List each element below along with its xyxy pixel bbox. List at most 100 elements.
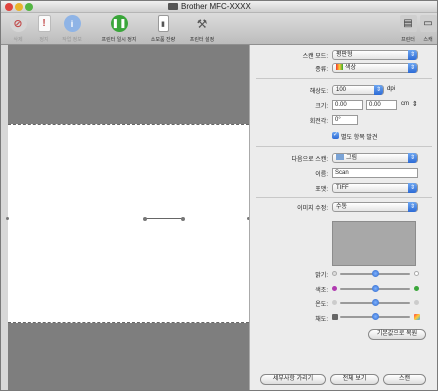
scan-to-value: 그림: [346, 155, 358, 161]
popup-arrow-icon: ⇕: [408, 50, 417, 60]
temperature-knob[interactable]: [371, 299, 379, 306]
kind-popup[interactable]: 색상 ⇕: [332, 63, 418, 73]
format-popup[interactable]: TIFF ⇕: [332, 183, 418, 193]
detect-separate-items-checkbox[interactable]: ✓: [332, 132, 339, 139]
unit-stepper-icon[interactable]: ⇕: [412, 100, 418, 108]
job-info-label: 작업 정보: [62, 37, 82, 43]
stop-label: 정지: [39, 37, 49, 43]
printer-setup-button[interactable]: ⚒ 프린터 설정: [184, 15, 220, 44]
brightness-knob[interactable]: [371, 270, 379, 277]
scan-preview[interactable]: [6, 45, 250, 390]
close-icon[interactable]: [5, 3, 13, 11]
format-label: 포맷:: [315, 187, 328, 193]
scan-mode-value: 평판형: [336, 52, 353, 58]
tint-label: 색조:: [315, 288, 328, 294]
saturation-knob[interactable]: [371, 313, 379, 320]
color-swatch-icon: [336, 64, 343, 71]
folder-icon: [336, 154, 344, 161]
size-label: 크기:: [315, 104, 328, 110]
kind-label: 종류:: [315, 67, 328, 73]
hide-details-button[interactable]: 세부사항 가리기: [260, 374, 326, 385]
rotation-handle-line: [145, 218, 183, 219]
tint-green-icon: [414, 286, 419, 291]
printer-icon: ▤: [399, 15, 417, 32]
scanner-icon: ▭: [419, 15, 437, 32]
resolution-label: 해상도:: [309, 89, 328, 95]
kind-value: 색상: [345, 65, 357, 71]
color-preview-swatch: [332, 221, 416, 266]
size-width-field[interactable]: 0.00: [332, 100, 363, 110]
divider: [256, 146, 432, 147]
scan-to-label: 다음으로 스캔:: [291, 157, 328, 163]
temperature-label: 온도:: [315, 302, 328, 308]
brightness-label: 밝기:: [315, 273, 328, 279]
left-edge-handle[interactable]: [6, 217, 9, 220]
divider: [256, 78, 432, 79]
name-label: 이름:: [315, 172, 328, 178]
pause-printer-button[interactable]: ❚❚ 프린터 일시 정지: [97, 15, 141, 43]
scanner-tab-label: 스캐: [423, 37, 433, 43]
divider: [256, 197, 432, 198]
tint-knob[interactable]: [371, 285, 379, 292]
image-correction-value: 수동: [336, 204, 348, 210]
popup-arrow-icon: ⇕: [408, 63, 417, 73]
temperature-warm-icon: [414, 300, 419, 305]
minimize-icon[interactable]: [15, 3, 23, 11]
pause-printer-label: 프린터 일시 정지: [101, 37, 137, 43]
resolution-value: 100: [336, 87, 347, 93]
printer-setup-label: 프린터 설정: [189, 37, 215, 43]
toolbar: ⊘ 삭제 ! 정지 i 작업 정보 ❚❚ 프린터 일시 정지 ▮ 소모품 잔량 …: [1, 13, 437, 45]
resolution-combo[interactable]: 100 ⇕: [332, 85, 384, 95]
popup-arrow-icon: ⇕: [408, 153, 417, 163]
printer-tab-label: 프린터: [401, 37, 415, 43]
rotation-handle-left[interactable]: [143, 217, 147, 221]
image-correction-popup[interactable]: 수동 ⇕: [332, 202, 418, 212]
resolution-unit: dpi: [387, 86, 396, 92]
info-icon: i: [63, 15, 81, 32]
scan-mode-popup[interactable]: 평판형 ⇕: [332, 50, 418, 60]
stop-icon: !: [37, 15, 51, 32]
brightness-high-icon: [414, 271, 419, 276]
zoom-icon[interactable]: [25, 3, 33, 11]
supplies-icon: ▮: [157, 15, 169, 32]
printer-tab-button[interactable]: ▤ 프린터: [399, 15, 417, 43]
scan-to-popup[interactable]: 그림 ⇕: [332, 153, 418, 163]
tint-magenta-icon: [332, 286, 337, 291]
scanner-tab-button[interactable]: ▭ 스캐: [419, 15, 437, 43]
temperature-cool-icon: [332, 300, 337, 305]
rotation-field[interactable]: 0°: [332, 115, 358, 125]
scan-button[interactable]: 스캔: [383, 374, 426, 385]
saturation-high-icon: [414, 314, 420, 320]
delete-label: 삭제: [13, 37, 23, 43]
size-height-field[interactable]: 0.00: [366, 100, 397, 110]
scan-mode-label: 스캔 모드:: [302, 54, 328, 60]
popup-arrow-icon: ⇕: [408, 183, 417, 193]
delete-icon: ⊘: [9, 15, 27, 32]
pause-icon: ❚❚: [110, 15, 128, 32]
scan-selection-area[interactable]: [6, 124, 250, 323]
restore-defaults-button[interactable]: 기본값으로 복원: [368, 329, 426, 340]
stop-button[interactable]: ! 정지: [32, 15, 56, 43]
delete-button[interactable]: ⊘ 삭제: [6, 15, 30, 43]
title-bar: Brother MFC-XXXX: [1, 1, 437, 13]
popup-arrow-icon: ⇕: [374, 85, 383, 95]
printer-title-icon: [168, 3, 178, 10]
supply-levels-label: 소모품 잔량: [150, 37, 176, 43]
saturation-label: 채도:: [315, 317, 328, 323]
utility-icon: ⚒: [196, 16, 208, 31]
popup-arrow-icon: ⇕: [408, 202, 417, 212]
image-correction-label: 이미지 수정:: [297, 206, 328, 212]
name-field[interactable]: Scan: [332, 168, 418, 178]
size-unit: cm: [401, 101, 409, 107]
overview-button[interactable]: 전체 보기: [330, 374, 379, 385]
rotation-label: 회전각:: [309, 119, 328, 125]
rotation-handle-right[interactable]: [181, 217, 185, 221]
scanner-window: Brother MFC-XXXX ⊘ 삭제 ! 정지 i 작업 정보 ❚❚ 프린…: [0, 0, 438, 391]
format-value: TIFF: [336, 185, 349, 191]
detect-separate-items-label: 별도 항목 발견: [341, 135, 378, 141]
brightness-low-icon: [332, 271, 337, 276]
supply-levels-button[interactable]: ▮ 소모품 잔량: [146, 15, 180, 43]
window-title: Brother MFC-XXXX: [181, 2, 251, 11]
job-info-button[interactable]: i 작업 정보: [58, 15, 86, 43]
saturation-low-icon: [332, 314, 338, 320]
